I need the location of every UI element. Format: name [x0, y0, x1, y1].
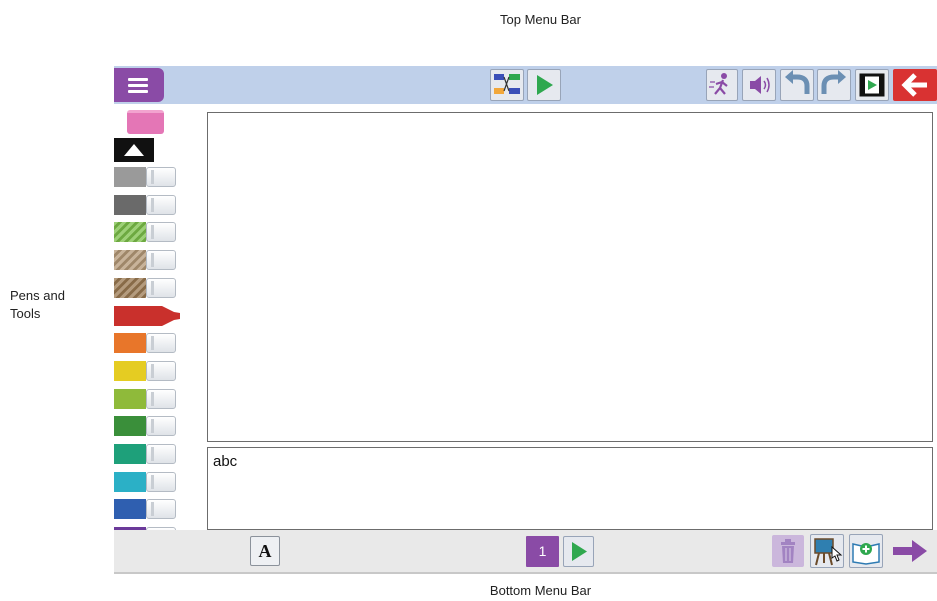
- pen-green-texture[interactable]: [114, 220, 181, 244]
- back-button[interactable]: [893, 69, 937, 101]
- bottom-divider: [114, 572, 937, 574]
- back-arrow-icon: [901, 73, 927, 97]
- pen-cap: [146, 222, 176, 243]
- pen-body: [114, 277, 146, 298]
- bottom-menu-bar-caption: Bottom Menu Bar: [489, 583, 592, 598]
- pen-body: [114, 471, 146, 492]
- pen-cap: [146, 333, 176, 354]
- pen-gray-dark[interactable]: [114, 193, 181, 217]
- menu-button[interactable]: [114, 68, 164, 102]
- pen-teal[interactable]: [114, 442, 181, 466]
- pen-cap: [146, 194, 176, 215]
- walking-person-icon: [709, 73, 728, 95]
- play-icon: [572, 542, 587, 561]
- play-button[interactable]: [527, 69, 561, 101]
- pen-orange[interactable]: [114, 331, 181, 355]
- pen-cap: [146, 360, 176, 381]
- pen-cyan[interactable]: [114, 470, 181, 494]
- page-number-button[interactable]: 1: [526, 536, 559, 567]
- scroll-up-button[interactable]: [114, 138, 154, 162]
- caption-text-field[interactable]: abc: [207, 447, 933, 530]
- redo-button[interactable]: [817, 69, 851, 101]
- pen-lime[interactable]: [114, 387, 181, 411]
- pen-yellow[interactable]: [114, 359, 181, 383]
- pen-red[interactable]: [114, 304, 181, 328]
- undo-icon: [785, 70, 810, 94]
- easel-button[interactable]: [810, 534, 844, 568]
- pen-green[interactable]: [114, 414, 181, 438]
- pen-gray-light[interactable]: [114, 165, 181, 189]
- play-page-button[interactable]: [563, 536, 594, 567]
- pen-cap: [146, 471, 176, 492]
- pen-brown-texture-light[interactable]: [114, 248, 181, 272]
- pen-cap: [146, 499, 176, 520]
- undo-button[interactable]: [780, 69, 814, 101]
- speaker-icon: [750, 76, 770, 94]
- drawing-app: abc A 1: [114, 66, 937, 575]
- film-play-icon: [859, 73, 885, 97]
- pen-cap: [146, 250, 176, 271]
- add-page-icon: [852, 543, 880, 565]
- pen-body: [114, 167, 146, 187]
- pen-body: [114, 222, 146, 243]
- add-page-button[interactable]: [849, 534, 883, 568]
- pens-and-tools-caption: Pens and Tools: [10, 288, 65, 321]
- pen-body: [114, 416, 146, 437]
- sequence-button[interactable]: [490, 69, 524, 101]
- pen-body: [114, 499, 146, 520]
- pen-body: [114, 194, 146, 215]
- preview-button[interactable]: [855, 69, 889, 101]
- pen-cap: [146, 277, 176, 298]
- arrow-up-icon: [124, 144, 144, 156]
- sequence-icon: [494, 74, 520, 94]
- pen-cap: [146, 167, 176, 187]
- marker-tip-icon: [144, 305, 180, 326]
- pen-body: [114, 444, 146, 464]
- delete-button[interactable]: [772, 535, 804, 567]
- pen-body: [114, 360, 146, 381]
- pen-body: [114, 305, 146, 326]
- pen-cap: [146, 444, 176, 464]
- pen-brown-texture-dark[interactable]: [114, 276, 181, 300]
- pen-cap: [146, 416, 176, 437]
- easel-pointer-icon: [814, 538, 843, 566]
- sound-button[interactable]: [742, 69, 776, 101]
- pen-cap: [146, 388, 176, 409]
- font-button[interactable]: A: [250, 536, 280, 566]
- play-icon: [537, 75, 553, 95]
- pen-body: [114, 250, 146, 271]
- walk-mode-button[interactable]: [706, 69, 738, 101]
- bottom-menu-bar: A 1: [114, 530, 937, 572]
- top-menu-bar: [114, 66, 937, 104]
- next-button[interactable]: [890, 536, 930, 566]
- eraser-tool[interactable]: [127, 110, 164, 134]
- trash-icon: [781, 539, 795, 563]
- drawing-canvas[interactable]: [207, 112, 933, 442]
- top-menu-bar-caption: Top Menu Bar: [500, 12, 581, 27]
- next-arrow-icon: [893, 540, 927, 562]
- redo-icon: [821, 70, 846, 94]
- pens-and-tools-panel: [114, 104, 181, 575]
- pen-body: [114, 333, 146, 354]
- pen-body: [114, 388, 146, 409]
- pen-blue[interactable]: [114, 497, 181, 521]
